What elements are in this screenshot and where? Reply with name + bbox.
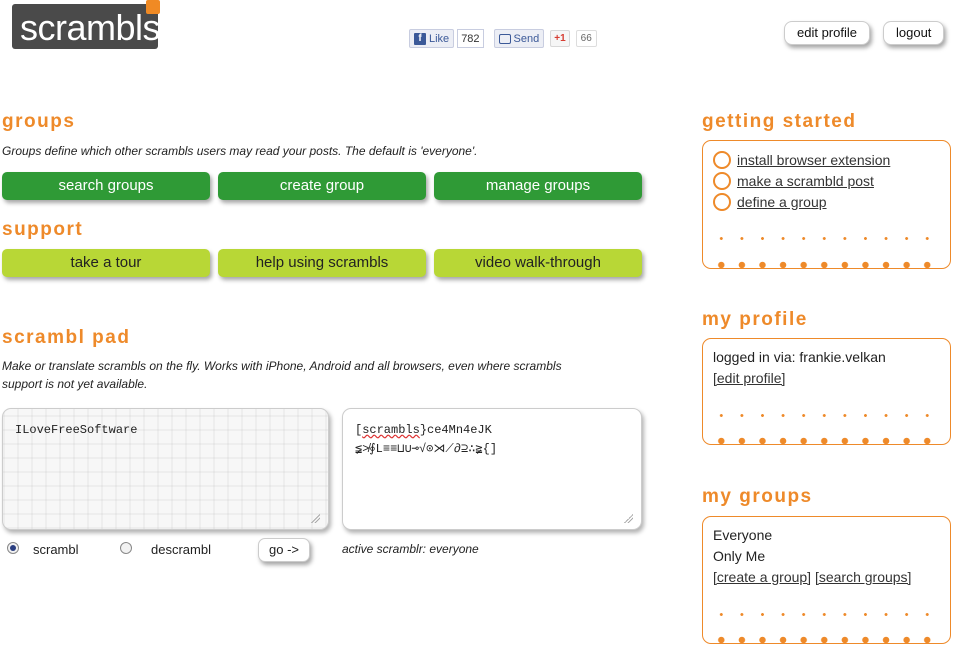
- facebook-like-count: 782: [457, 29, 484, 48]
- support-heading: support: [2, 219, 84, 240]
- dotted-divider: [711, 414, 942, 417]
- scrambl-pad-heading: scrambl pad: [2, 327, 131, 348]
- resize-handle-icon[interactable]: [623, 513, 633, 523]
- logo-text: scrambls: [20, 7, 161, 48]
- social-buttons: f Like 782 Send +1 66: [409, 29, 597, 48]
- logo[interactable]: scrambls: [12, 0, 161, 49]
- search-groups-link[interactable]: [search groups]: [815, 569, 912, 585]
- send-label: Send: [513, 32, 540, 45]
- help-button[interactable]: help using scrambls: [218, 249, 426, 277]
- facebook-icon: f: [414, 32, 426, 45]
- scrambl-output-line1: [scrambls}ce4Mn4eJK: [355, 423, 492, 437]
- speech-bubble-icon: [498, 33, 511, 44]
- create-group-link[interactable]: [create a group]: [713, 569, 811, 585]
- active-scramblr-label: active scramblr: everyone: [342, 542, 479, 556]
- circle-icon: [713, 171, 731, 190]
- circle-icon: [713, 150, 731, 169]
- circle-icon: [713, 192, 731, 211]
- install-extension-link[interactable]: install browser extension: [737, 152, 890, 168]
- scrambl-output-line2: ≨≯∮L≡≡⊔∪⊸√⊙⋊⟋∂⊇∴≩{]: [355, 442, 498, 456]
- dotted-divider: [711, 237, 942, 240]
- scrambl-input-textarea[interactable]: ILoveFreeSoftware: [2, 408, 329, 530]
- group-item: Everyone: [713, 527, 773, 543]
- my-profile-box: logged in via: frankie.velkan [edit prof…: [702, 338, 951, 445]
- getting-started-box: install browser extension make a scrambl…: [702, 140, 951, 269]
- facebook-like-label: Like: [429, 32, 450, 45]
- take-tour-button[interactable]: take a tour: [2, 249, 210, 277]
- getting-started-item[interactable]: make a scrambld post: [713, 170, 940, 191]
- dotted-border: [711, 437, 942, 445]
- groups-heading: groups: [2, 111, 76, 132]
- getting-started-heading: getting started: [702, 111, 857, 132]
- make-post-link[interactable]: make a scrambld post: [737, 173, 874, 189]
- dotted-border: [711, 261, 942, 269]
- getting-started-item[interactable]: define a group: [713, 191, 940, 212]
- video-walkthrough-button[interactable]: video walk-through: [434, 249, 642, 277]
- group-item: Only Me: [713, 548, 766, 564]
- scrambl-radio-label: scrambl: [33, 542, 79, 557]
- search-groups-button[interactable]: search groups: [2, 172, 210, 200]
- descrambl-radio[interactable]: [120, 542, 132, 554]
- dotted-border: [711, 636, 942, 644]
- logged-in-text: logged in via: frankie.velkan: [713, 349, 886, 365]
- groups-description: Groups define which other scrambls users…: [2, 144, 478, 158]
- scrambl-output-textarea[interactable]: [scrambls}ce4Mn4eJK ≨≯∮L≡≡⊔∪⊸√⊙⋊⟋∂⊇∴≩{]: [342, 408, 642, 530]
- scrambl-pad-description-line1: Make or translate scrambls on the fly. W…: [2, 359, 562, 373]
- define-group-link[interactable]: define a group: [737, 194, 827, 210]
- scrambl-pad-description-line2: support is not yet available.: [2, 377, 148, 391]
- edit-profile-link[interactable]: [edit profile]: [713, 370, 785, 386]
- logo-mark: [146, 0, 160, 14]
- resize-handle-icon[interactable]: [310, 513, 320, 523]
- send-button[interactable]: Send: [493, 29, 545, 48]
- dotted-divider: [711, 613, 942, 616]
- google-plus-label: +1: [554, 33, 566, 44]
- google-plus-one-button[interactable]: +1: [550, 30, 570, 47]
- getting-started-item[interactable]: install browser extension: [713, 149, 940, 170]
- facebook-like-button[interactable]: f Like: [409, 29, 455, 48]
- descrambl-radio-label: descrambl: [151, 542, 211, 557]
- go-button[interactable]: go ->: [258, 538, 310, 562]
- create-group-button[interactable]: create group: [218, 172, 426, 200]
- scrambl-output-code: ce4Mn4eJK: [427, 423, 492, 437]
- my-profile-heading: my profile: [702, 309, 808, 330]
- scrambls-tag: scrambls: [362, 423, 420, 437]
- my-groups-box: Everyone Only Me [create a group] [searc…: [702, 516, 951, 644]
- edit-profile-button[interactable]: edit profile: [784, 21, 870, 45]
- google-plus-count: 66: [575, 30, 597, 47]
- scrambl-pad-description: Make or translate scrambls on the fly. W…: [2, 357, 562, 393]
- scrambl-radio[interactable]: [7, 542, 19, 554]
- manage-groups-button[interactable]: manage groups: [434, 172, 642, 200]
- scrambl-input-text: ILoveFreeSoftware: [15, 423, 138, 437]
- logout-button[interactable]: logout: [883, 21, 945, 45]
- my-groups-heading: my groups: [702, 486, 813, 507]
